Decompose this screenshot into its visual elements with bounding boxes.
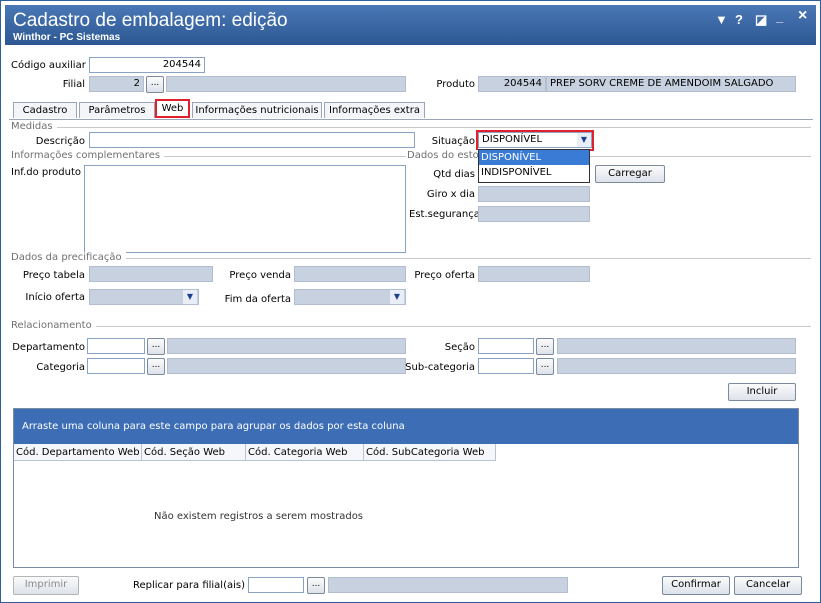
produto-code-field: 204544 <box>478 76 546 92</box>
est-seguranca-label: Est.segurança <box>409 209 480 220</box>
tab-cadastro[interactable]: Cadastro <box>13 102 77 118</box>
help-icon[interactable]: ? <box>735 12 743 27</box>
filial-label: Filial <box>62 79 85 90</box>
situacao-options-list: DISPONÍVEL INDISPONÍVEL <box>478 149 590 183</box>
codigo-auxiliar-label: Código auxiliar <box>11 60 86 71</box>
secao-label: Seção <box>444 342 475 353</box>
replicar-filial-input[interactable] <box>248 577 304 593</box>
replicar-filial-name-field <box>328 577 568 593</box>
imprimir-button[interactable]: Imprimir <box>13 576 79 595</box>
window-title: Cadastro de embalagem: edição <box>13 10 288 31</box>
categoria-input[interactable] <box>87 358 145 374</box>
departamento-name-field <box>167 338 406 354</box>
confirmar-button[interactable]: Confirmar <box>662 576 730 595</box>
filial-name-field <box>166 76 406 92</box>
replicar-lookup-button[interactable]: ... <box>307 577 325 594</box>
tab-informacoes-extra[interactable]: Informações extra <box>324 102 425 118</box>
fim-oferta-chevron-down-icon[interactable]: ▼ <box>390 290 404 304</box>
tab-parametros[interactable]: Parâmetros <box>79 102 155 118</box>
carregar-button[interactable]: Carregar <box>595 165 665 183</box>
preco-oferta-field <box>478 266 590 282</box>
situacao-select[interactable]: DISPONÍVEL <box>478 132 592 148</box>
incluir-button[interactable]: Incluir <box>728 383 796 401</box>
tab-informacoes-nutricionais[interactable]: Informações nutricionais <box>192 102 322 118</box>
situacao-chevron-down-icon[interactable]: ▼ <box>577 133 591 147</box>
secao-name-field <box>557 338 796 354</box>
tab-web[interactable]: Web <box>155 99 190 118</box>
situacao-option-indisponivel[interactable]: INDISPONÍVEL <box>479 165 589 180</box>
restore-icon[interactable]: ◪ <box>755 12 767 28</box>
giro-dia-field <box>478 186 590 202</box>
secao-lookup-button[interactable]: ... <box>536 338 554 355</box>
form-body: Código auxiliar 204544 Filial 2 ... Prod… <box>5 45 816 598</box>
departamento-input[interactable] <box>87 338 145 354</box>
secao-input[interactable] <box>478 338 534 354</box>
categoria-lookup-button[interactable]: ... <box>147 358 165 375</box>
situacao-label: Situação <box>431 136 475 147</box>
subcategoria-input[interactable] <box>478 358 534 374</box>
section-dados-estoque: Dados do estoque <box>407 150 811 162</box>
preco-venda-field <box>294 266 406 282</box>
title-bar: Cadastro de embalagem: edição Winthor - … <box>5 5 816 45</box>
menu-icon[interactable]: ▼ <box>715 12 728 27</box>
codigo-auxiliar-input[interactable]: 204544 <box>89 57 205 73</box>
giro-dia-label: Giro x dia <box>426 189 475 200</box>
replicar-label: Replicar para filial(ais) <box>132 580 245 591</box>
categoria-label: Categoria <box>36 362 85 373</box>
close-icon[interactable]: × <box>798 7 807 25</box>
produto-name-field: PREP SORV CREME DE AMENDOIM SALGADO <box>546 76 796 92</box>
descricao-label: Descrição <box>35 136 85 147</box>
descricao-input[interactable] <box>89 132 415 148</box>
departamento-lookup-button[interactable]: ... <box>147 338 165 355</box>
column-header-departamento[interactable]: Cód. Departamento Web <box>14 444 142 461</box>
group-by-panel[interactable]: Arraste uma coluna para este campo para … <box>14 409 798 444</box>
column-header-secao[interactable]: Cód. Seção Web <box>142 444 246 461</box>
preco-venda-label: Preço venda <box>229 270 291 281</box>
inf-produto-textarea[interactable] <box>84 165 406 253</box>
column-header-subcategoria[interactable]: Cód. SubCategoria Web <box>364 444 496 461</box>
preco-tabela-field <box>89 266 213 282</box>
preco-oferta-label: Preço oferta <box>414 270 475 281</box>
tab-divider <box>9 119 813 120</box>
section-relacionamento: Relacionamento <box>11 320 811 332</box>
section-informacoes-complementares: Informações complementares <box>11 150 406 162</box>
situacao-option-disponivel[interactable]: DISPONÍVEL <box>479 150 589 165</box>
relacionamento-grid: Arraste uma coluna para este campo para … <box>13 408 799 568</box>
subcategoria-name-field <box>557 358 796 374</box>
departamento-label: Departamento <box>12 342 85 353</box>
fim-oferta-label: Fim da oferta <box>224 294 291 305</box>
subcategoria-lookup-button[interactable]: ... <box>536 358 554 375</box>
subcategoria-label: Sub-categoria <box>405 362 475 373</box>
categoria-name-field <box>167 358 406 374</box>
inf-produto-label: Inf.do produto <box>11 167 81 178</box>
inicio-oferta-label: Início oferta <box>25 292 85 303</box>
section-dados-precificacao: Dados da precificação <box>11 252 811 264</box>
filial-lookup-button[interactable]: ... <box>146 76 164 93</box>
est-seguranca-field <box>478 206 590 222</box>
window-subtitle: Winthor - PC Sistemas <box>13 32 121 43</box>
window: Cadastro de embalagem: edição Winthor - … <box>0 0 821 603</box>
minimize-icon[interactable]: _ <box>776 9 783 24</box>
qtd-dias-label: Qtd dias <box>433 169 475 180</box>
column-header-categoria[interactable]: Cód. Categoria Web <box>246 444 364 461</box>
preco-tabela-label: Preço tabela <box>22 270 85 281</box>
produto-label: Produto <box>436 79 475 90</box>
filial-input[interactable]: 2 <box>89 76 144 92</box>
inicio-oferta-chevron-down-icon[interactable]: ▼ <box>183 290 197 304</box>
grid-empty-message: Não existem registros a serem mostrados <box>154 511 364 522</box>
tab-bar: Cadastro Parâmetros Web Informações nutr… <box>13 97 425 119</box>
cancelar-button[interactable]: Cancelar <box>734 576 802 595</box>
